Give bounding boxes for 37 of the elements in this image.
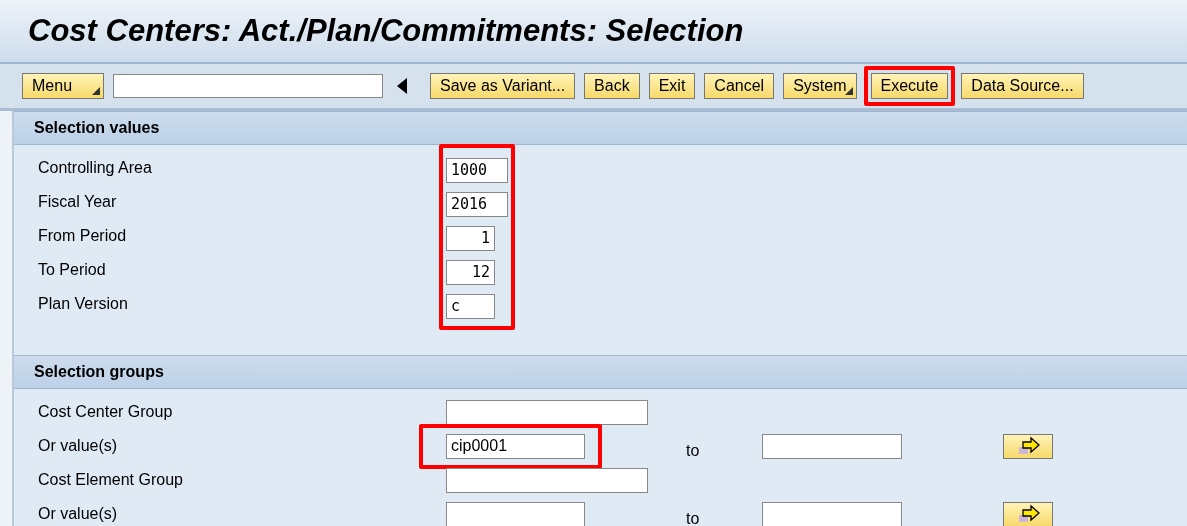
input-field[interactable]: 12: [446, 259, 495, 285]
multiple-selection-button[interactable]: [1003, 433, 1053, 459]
field-label: Or value(s): [37, 505, 119, 523]
field-label: To Period: [38, 260, 107, 280]
section-title: Selection values: [34, 119, 160, 137]
field-label: Fiscal Year: [38, 192, 118, 212]
field-label: From Period: [38, 226, 128, 246]
input-field[interactable]: [446, 399, 648, 425]
toolbar-button[interactable]: Back: [584, 73, 640, 99]
window-title: Cost Centers: Act./Plan/Commitments: Selection: [28, 13, 744, 49]
multiple-selection-button[interactable]: [1003, 501, 1053, 526]
field-label: Or value(s): [37, 437, 119, 455]
input-field[interactable]: [762, 433, 902, 459]
menu-button[interactable]: Menu: [22, 73, 104, 99]
input-field[interactable]: 1: [446, 225, 495, 251]
input-field[interactable]: cip0001: [446, 433, 585, 459]
field-label: Cost Center Group: [37, 403, 174, 421]
field-label: Controlling Area: [38, 158, 153, 178]
input-field[interactable]: c: [446, 293, 495, 319]
input-field[interactable]: [446, 501, 585, 526]
toolbar-button[interactable]: Cancel: [704, 73, 775, 99]
toolbar-button[interactable]: Exit: [648, 73, 696, 99]
range-label: to: [686, 509, 701, 526]
command-field[interactable]: [113, 74, 383, 98]
field-label: Plan Version: [38, 294, 129, 314]
collapse-arrow-icon[interactable]: [397, 78, 407, 94]
range-label: to: [686, 441, 701, 460]
input-field[interactable]: [762, 501, 902, 526]
input-field[interactable]: 2016: [446, 191, 508, 217]
toolbar-button[interactable]: Data Source...: [961, 73, 1084, 99]
input-field[interactable]: 1000: [446, 157, 508, 183]
toolbar-button[interactable]: Save as Variant...: [430, 73, 576, 99]
section-title: Selection groups: [34, 363, 164, 381]
toolbar-button[interactable]: System: [783, 73, 857, 99]
input-field[interactable]: [446, 467, 648, 493]
field-label: Cost Element Group: [37, 471, 184, 489]
toolbar-button[interactable]: Execute: [870, 73, 949, 99]
